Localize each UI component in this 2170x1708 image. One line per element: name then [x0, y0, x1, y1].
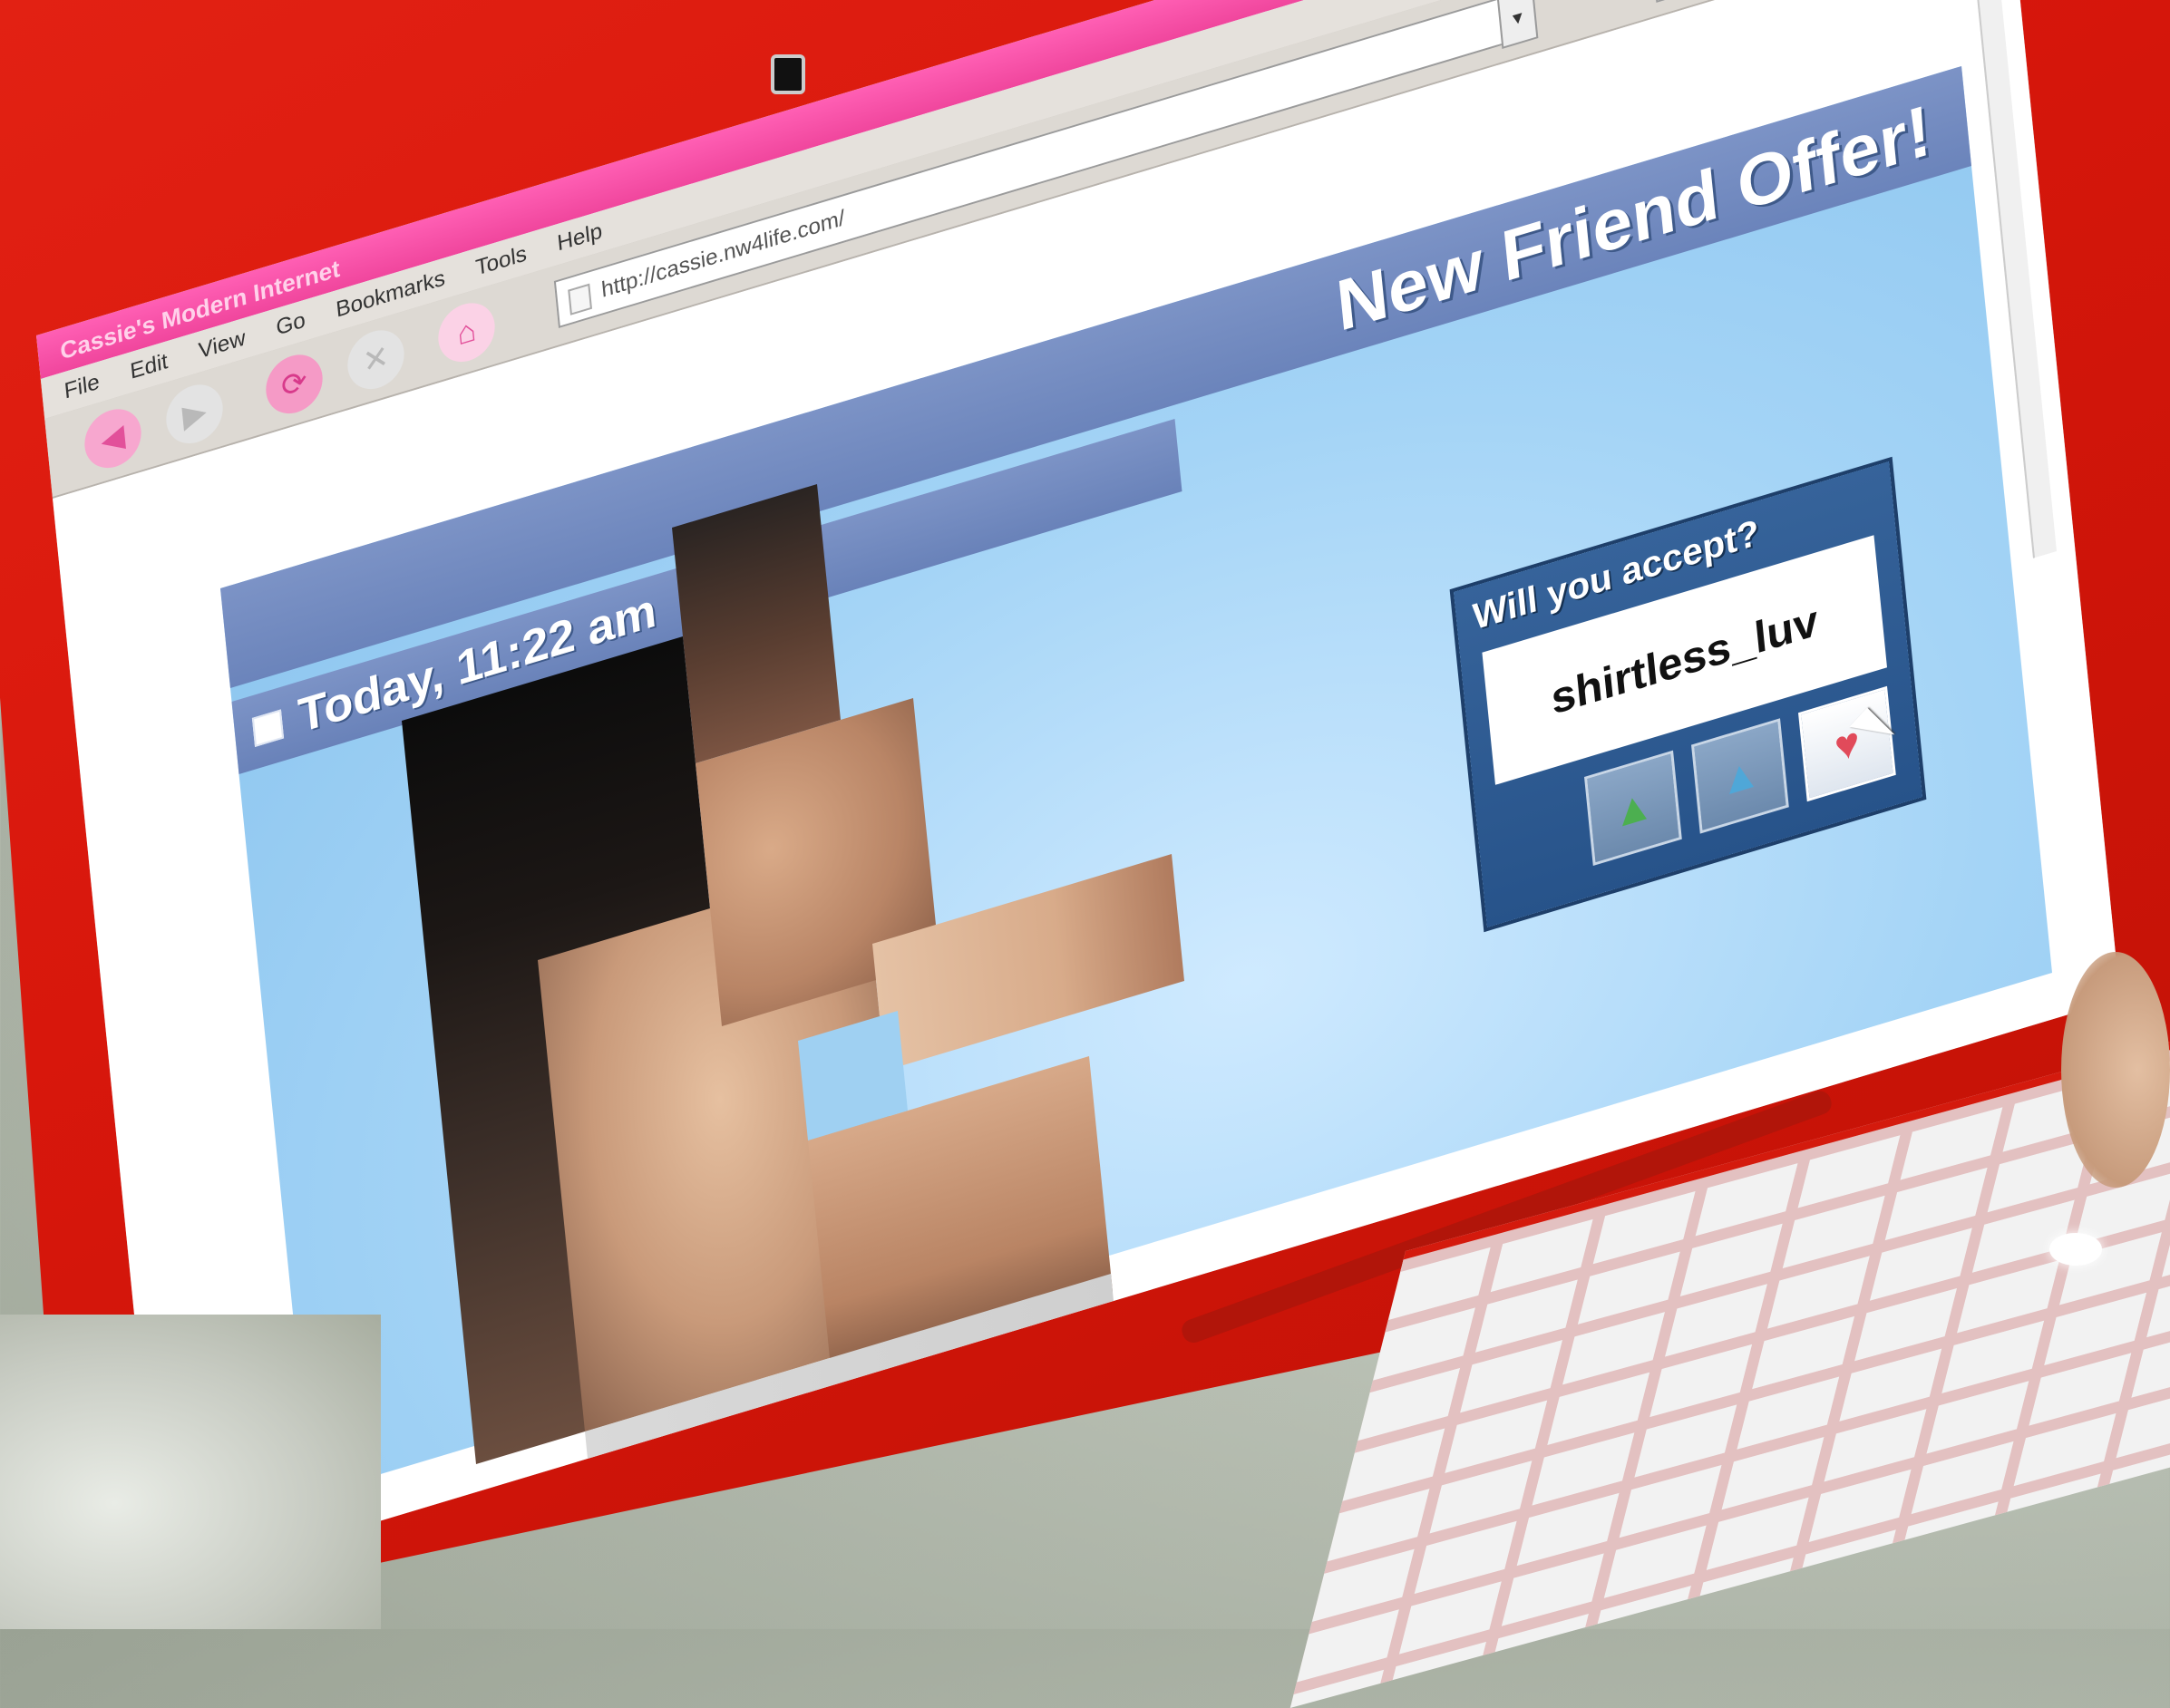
photo-tile [672, 484, 841, 763]
home-icon[interactable]: ⌂ [435, 296, 498, 369]
accept-dialog: Will you accept? shirtless_luv ▲ ▲ ♥ [1454, 461, 1922, 927]
webcam [771, 54, 805, 94]
maybe-button[interactable]: ▲ [1691, 718, 1789, 834]
stop-icon[interactable]: ✕ [345, 323, 407, 396]
menu-file[interactable]: File [63, 369, 101, 405]
menu-help[interactable]: Help [556, 218, 603, 257]
forward-icon[interactable]: ▶ [163, 377, 226, 451]
scene: Cassie's Modern Internet File Edit View … [0, 0, 2170, 1708]
date-checkbox[interactable] [251, 709, 285, 747]
page-icon [568, 283, 592, 315]
green-foot-icon: ▲ [1610, 778, 1657, 839]
menu-edit[interactable]: Edit [129, 349, 169, 385]
menu-go[interactable]: Go [275, 307, 307, 342]
power-light [2049, 1233, 2102, 1266]
reload-icon[interactable]: ⟳ [263, 347, 326, 421]
menu-view[interactable]: View [198, 325, 247, 364]
reject-button[interactable]: ▲ [1584, 750, 1682, 866]
background-cushion [0, 1315, 381, 1629]
back-icon[interactable]: ◀ [82, 402, 144, 475]
hand [2061, 952, 2170, 1188]
blue-foot-icon: ▲ [1717, 746, 1764, 806]
chevron-down-icon[interactable]: ▼ [1496, 0, 1539, 49]
